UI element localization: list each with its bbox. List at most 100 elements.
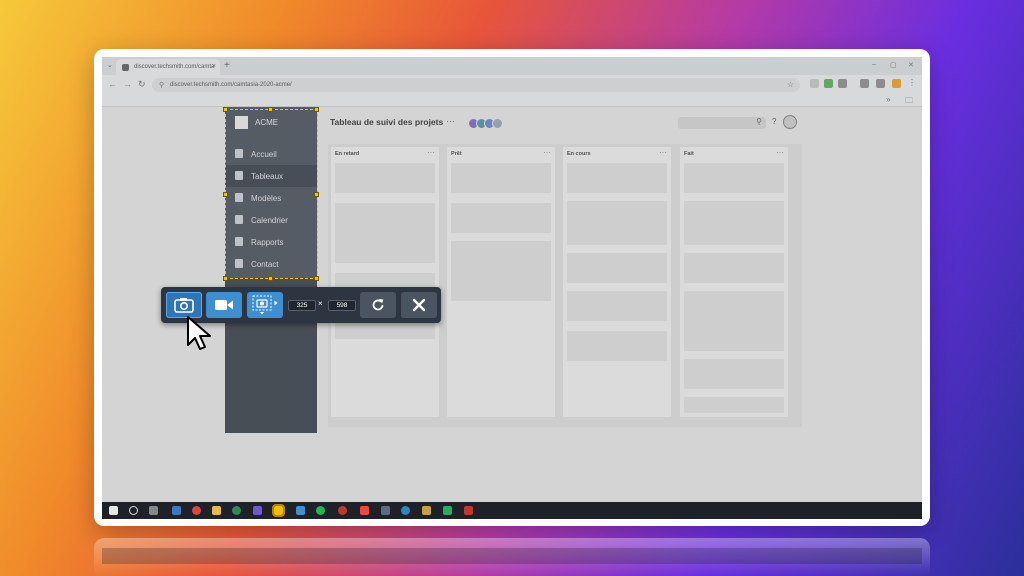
chrome-icon[interactable] (192, 506, 201, 515)
card[interactable] (684, 397, 784, 413)
column-en-retard: En retard ··· (331, 147, 439, 417)
card[interactable] (451, 241, 551, 301)
search-input[interactable]: ⚲ (678, 117, 766, 129)
search-icon[interactable] (129, 506, 138, 515)
puzzle-icon[interactable] (838, 79, 847, 88)
close-window-button[interactable]: ✕ (908, 61, 914, 69)
column-fait: Fait ··· (680, 147, 788, 417)
height-field[interactable]: 598 (328, 300, 356, 311)
resize-handle[interactable] (223, 276, 228, 281)
app-icon[interactable] (464, 506, 473, 515)
tab-title: discover.techsmith.com/camta (134, 64, 215, 70)
card[interactable] (451, 163, 551, 193)
site-info-icon[interactable]: ⚲ (159, 81, 164, 89)
app-icon[interactable] (232, 506, 241, 515)
user-profile-icon[interactable] (783, 115, 797, 129)
resize-handle[interactable] (223, 192, 228, 197)
bookmark-star-icon[interactable]: ☆ (787, 80, 794, 89)
extension-icon[interactable] (824, 79, 833, 88)
scrolling-capture-button[interactable] (247, 292, 283, 318)
panoramic-capture-icon (252, 295, 278, 315)
resize-handle[interactable] (268, 276, 273, 281)
task-view-icon[interactable] (149, 506, 158, 515)
resize-handle[interactable] (314, 192, 319, 197)
column-more-button[interactable]: ··· (543, 148, 551, 157)
restart-selection-button[interactable] (360, 292, 396, 318)
card[interactable] (567, 201, 667, 245)
start-icon[interactable] (109, 506, 118, 515)
resize-handle[interactable] (314, 107, 319, 112)
board-more-button[interactable]: ··· (446, 116, 455, 126)
extension-icon[interactable] (810, 79, 819, 88)
tab-list-button[interactable]: ⌄ (107, 61, 113, 69)
column-more-button[interactable]: ··· (427, 148, 435, 157)
card[interactable] (684, 163, 784, 193)
dimension-separator: × (318, 299, 323, 308)
card[interactable] (567, 291, 667, 321)
spotify-icon[interactable] (316, 506, 325, 515)
app-icon[interactable] (172, 506, 181, 515)
search-icon: ⚲ (756, 117, 762, 126)
column-title: En cours (567, 151, 591, 157)
close-icon (412, 298, 426, 312)
app-icon[interactable] (422, 506, 431, 515)
card[interactable] (335, 203, 435, 263)
snagit-icon[interactable] (360, 506, 369, 515)
column-title: En retard (335, 151, 360, 157)
card[interactable] (684, 253, 784, 283)
card[interactable] (567, 253, 667, 283)
app-icon[interactable] (253, 506, 262, 515)
video-camera-icon (215, 300, 233, 310)
sidepanel-icon[interactable] (876, 79, 885, 88)
explorer-icon[interactable] (212, 506, 221, 515)
card[interactable] (451, 203, 551, 233)
new-tab-button[interactable]: + (224, 60, 230, 71)
cancel-capture-button[interactable] (401, 292, 437, 318)
column-more-button[interactable]: ··· (659, 148, 667, 157)
card[interactable] (684, 359, 784, 389)
forward-button[interactable]: → (123, 79, 132, 89)
resize-handle[interactable] (268, 107, 273, 112)
column-en-cours: En cours ··· (563, 147, 671, 417)
app-icon[interactable] (338, 506, 347, 515)
tab-strip: ⌄ discover.techsmith.com/camta × + – ▢ ✕ (102, 57, 922, 75)
download-icon[interactable] (860, 79, 869, 88)
capture-selection-rect[interactable] (225, 109, 318, 279)
add-member-avatar[interactable] (492, 118, 503, 129)
bookmarks-bar: » 🗀 (102, 95, 922, 107)
screen: ⌄ discover.techsmith.com/camta × + – ▢ ✕… (102, 57, 922, 519)
favicon-icon (122, 64, 129, 71)
column-title: Prêt (451, 151, 462, 157)
column-pret: Prêt ··· (447, 147, 555, 417)
app-icon[interactable] (381, 506, 390, 515)
profile-icon[interactable] (892, 79, 901, 88)
resize-handle[interactable] (314, 276, 319, 281)
card[interactable] (684, 291, 784, 351)
reflection (94, 538, 930, 576)
width-field[interactable]: 325 (288, 300, 316, 311)
card[interactable] (684, 201, 784, 245)
card[interactable] (335, 163, 435, 193)
address-bar[interactable]: ⚲ discover.techsmith.com/camtasia-2020-a… (152, 78, 800, 92)
maximize-button[interactable]: ▢ (890, 61, 897, 69)
column-more-button[interactable]: ··· (776, 148, 784, 157)
browser-tab[interactable]: discover.techsmith.com/camta × (116, 59, 220, 75)
card[interactable] (567, 331, 667, 361)
bookmarks-more-icon[interactable]: » (886, 95, 890, 104)
url-text: discover.techsmith.com/camtasia-2020-acm… (170, 82, 292, 88)
tab-close-icon[interactable]: × (212, 63, 216, 70)
refresh-icon (372, 299, 384, 311)
card[interactable] (335, 323, 435, 339)
sticky-notes-icon[interactable] (272, 504, 285, 517)
camtasia-icon[interactable] (443, 506, 452, 515)
help-icon[interactable]: ? (772, 117, 776, 126)
menu-icon[interactable]: ⋮ (908, 78, 917, 87)
app-icon[interactable] (296, 506, 305, 515)
back-button[interactable]: ← (108, 79, 117, 89)
resize-handle[interactable] (223, 107, 228, 112)
browser-toolbar: ← → ↻ ⚲ discover.techsmith.com/camtasia-… (102, 75, 922, 95)
card[interactable] (567, 163, 667, 193)
reload-button[interactable]: ↻ (138, 79, 146, 90)
edge-icon[interactable] (401, 506, 410, 515)
minimize-button[interactable]: – (872, 61, 876, 68)
